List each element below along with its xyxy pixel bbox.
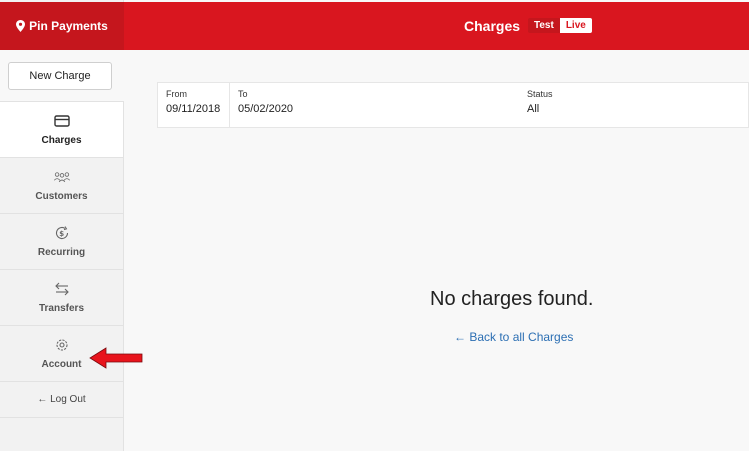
- svg-text:$: $: [59, 230, 64, 238]
- to-filter[interactable]: To 05/02/2020: [238, 89, 293, 115]
- page-title: Charges: [464, 18, 521, 34]
- new-charge-button[interactable]: New Charge: [8, 62, 112, 90]
- new-charge-section: New Charge: [0, 50, 124, 102]
- to-value[interactable]: 05/02/2020: [238, 103, 293, 115]
- mode-live-button[interactable]: Live: [559, 18, 592, 33]
- to-label: To: [238, 89, 248, 99]
- from-label: From: [166, 89, 187, 99]
- status-label: Status: [527, 89, 553, 99]
- red-arrow-pointer-icon: [89, 347, 143, 369]
- logout-link[interactable]: ← Log Out: [0, 382, 123, 418]
- from-value[interactable]: 09/11/2018: [166, 103, 220, 115]
- pin-icon: [16, 20, 26, 32]
- sidebar-item-label: Transfers: [38, 303, 85, 314]
- gear-icon: [55, 339, 68, 351]
- sidebar-item-label: Customers: [35, 191, 88, 202]
- empty-state-message: No charges found.: [430, 288, 594, 310]
- sidebar-item-transfers[interactable]: Transfers: [0, 270, 123, 326]
- sidebar-item-customers[interactable]: Customers: [0, 158, 123, 214]
- credit-card-icon: [53, 115, 70, 127]
- status-filter[interactable]: Status All: [527, 89, 553, 115]
- mode-test-button[interactable]: Test: [528, 18, 560, 33]
- filter-divider: [229, 83, 230, 127]
- status-value[interactable]: All: [527, 103, 553, 115]
- mode-toggle: Test Live: [528, 18, 592, 33]
- sidebar-item-label: Charges: [41, 135, 82, 146]
- users-icon: [53, 172, 70, 183]
- back-to-charges-link[interactable]: ← Back to all Charges: [454, 330, 573, 344]
- sidebar: Pin Payments New Charge Charges Customer…: [0, 0, 124, 451]
- sidebar-item-label: Recurring: [37, 247, 86, 258]
- recurring-dollar-icon: $: [55, 226, 68, 239]
- sidebar-item-label: Account: [41, 359, 82, 370]
- from-filter[interactable]: From 09/11/2018: [166, 89, 220, 115]
- transfer-arrows-icon: [54, 282, 69, 296]
- sidebar-item-recurring[interactable]: $ Recurring: [0, 214, 123, 270]
- sidebar-item-charges[interactable]: Charges: [0, 102, 123, 158]
- top-header: Charges Test Live: [124, 2, 749, 50]
- filter-bar: From 09/11/2018 To 05/02/2020 Status All: [157, 82, 749, 128]
- brand-name: Pin Payments: [29, 19, 108, 33]
- brand-logo[interactable]: Pin Payments: [0, 2, 124, 50]
